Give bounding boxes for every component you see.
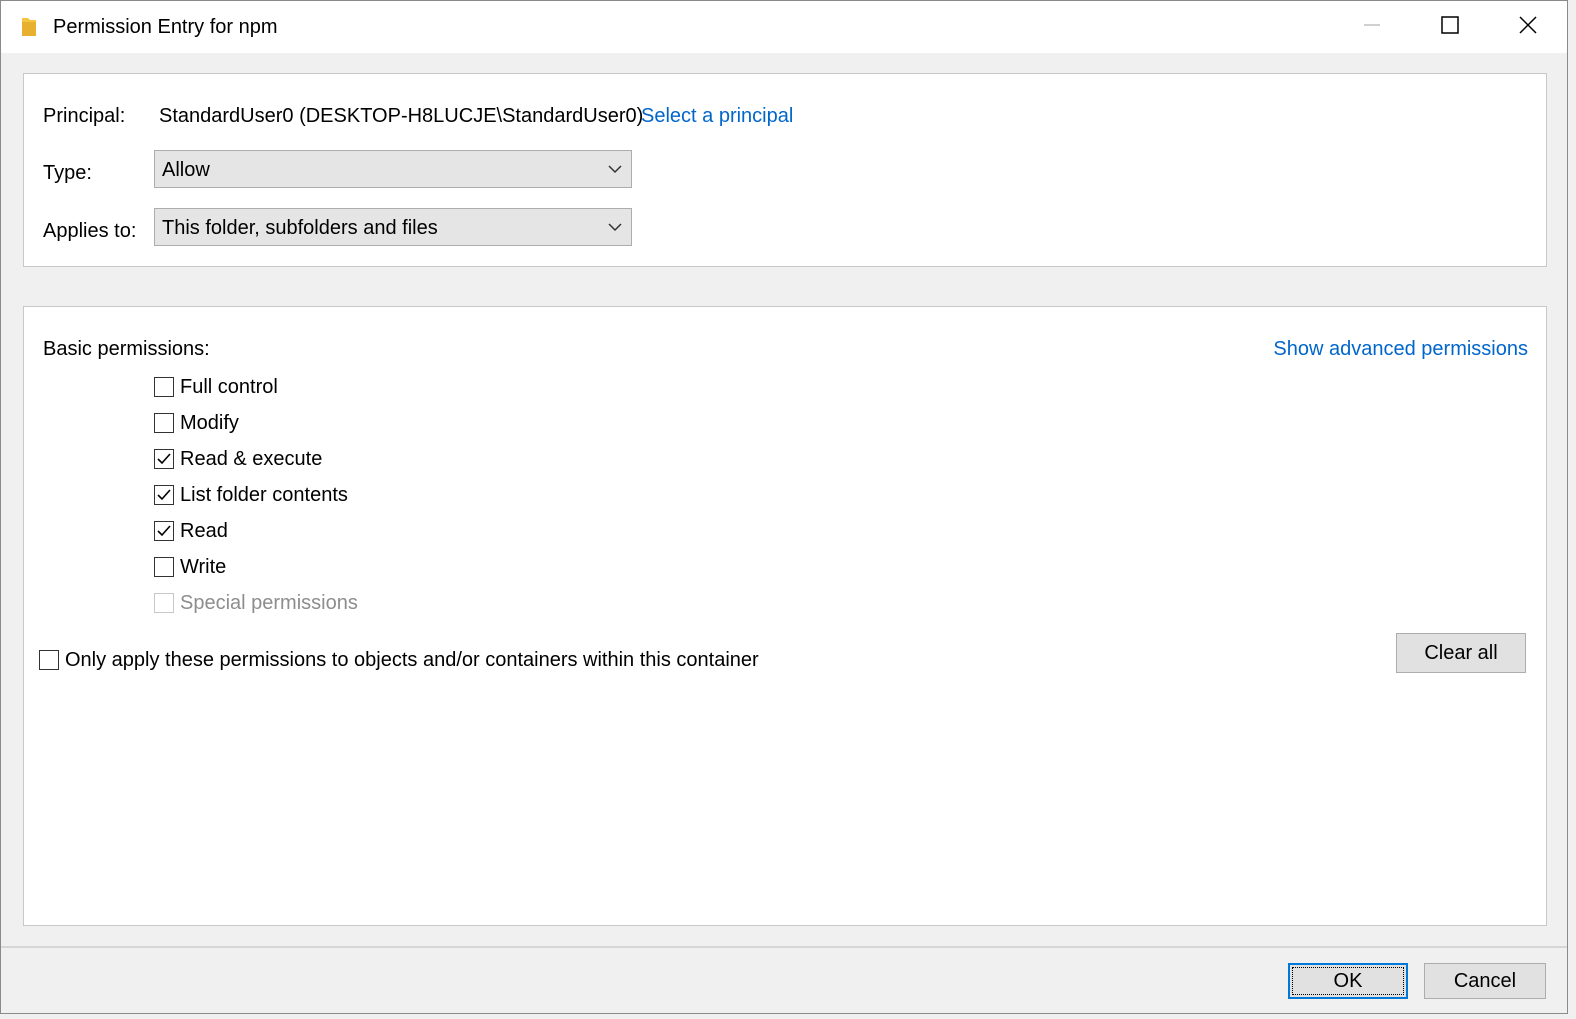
cancel-button[interactable]: Cancel (1424, 963, 1546, 999)
window-title: Permission Entry for npm (53, 16, 278, 38)
applies-to-select[interactable]: This folder, subfolders and files (154, 208, 632, 246)
permission-checkbox[interactable] (154, 521, 174, 541)
minimize-icon (1362, 15, 1382, 40)
clear-all-button[interactable]: Clear all (1396, 633, 1526, 673)
permission-row[interactable]: Read & execute (154, 445, 322, 473)
permission-label: Modify (180, 411, 239, 434)
permission-row: Special permissions (154, 589, 358, 617)
permission-row[interactable]: Write (154, 553, 226, 581)
permission-row[interactable]: List folder contents (154, 481, 348, 509)
permission-label: Read & execute (180, 447, 323, 470)
permission-checkbox[interactable] (154, 485, 174, 505)
type-select-value: Allow (162, 159, 210, 181)
only-apply-checkbox-row[interactable]: Only apply these permissions to objects … (39, 646, 759, 674)
principal-value: StandardUser0 (DESKTOP-H8LUCJE\StandardU… (159, 105, 644, 127)
chevron-down-icon (607, 162, 623, 176)
permissions-panel: Basic permissions: Show advanced permiss… (23, 306, 1547, 926)
permission-checkbox (154, 593, 174, 613)
only-apply-checkbox[interactable] (39, 650, 59, 670)
permission-label: List folder contents (180, 483, 348, 506)
chevron-down-icon (607, 220, 623, 234)
title-bar[interactable]: Permission Entry for npm (1, 1, 1567, 53)
permission-entry-dialog: Permission Entry for npm Principal: Stan… (0, 0, 1568, 1014)
permission-label: Read (180, 519, 228, 542)
close-icon (1518, 15, 1538, 40)
permission-row[interactable]: Modify (154, 409, 239, 437)
applies-to-select-value: This folder, subfolders and files (162, 217, 438, 239)
principal-label: Principal: (43, 105, 126, 127)
ok-button[interactable]: OK (1288, 963, 1408, 999)
show-advanced-permissions-link[interactable]: Show advanced permissions (1273, 338, 1528, 361)
type-label: Type: (43, 162, 92, 184)
minimize-button[interactable] (1333, 1, 1411, 53)
permission-row[interactable]: Full control (154, 373, 278, 401)
principal-panel: Principal: StandardUser0 (DESKTOP-H8LUCJ… (23, 73, 1547, 267)
permission-label: Write (180, 555, 227, 578)
select-principal-link[interactable]: Select a principal (641, 105, 793, 128)
permission-label: Special permissions (180, 591, 358, 614)
folder-icon (21, 16, 39, 38)
permission-label: Full control (180, 375, 278, 398)
basic-permissions-heading: Basic permissions: (43, 338, 210, 360)
permission-row[interactable]: Read (154, 517, 228, 545)
permission-checkbox[interactable] (154, 413, 174, 433)
permission-checkbox[interactable] (154, 377, 174, 397)
close-button[interactable] (1489, 1, 1567, 53)
maximize-button[interactable] (1411, 1, 1489, 53)
permission-checkbox[interactable] (154, 449, 174, 469)
type-select[interactable]: Allow (154, 150, 632, 188)
only-apply-label: Only apply these permissions to objects … (65, 648, 759, 671)
maximize-icon (1440, 15, 1460, 40)
footer-divider (1, 946, 1567, 948)
applies-to-label: Applies to: (43, 220, 137, 242)
permission-checkbox[interactable] (154, 557, 174, 577)
